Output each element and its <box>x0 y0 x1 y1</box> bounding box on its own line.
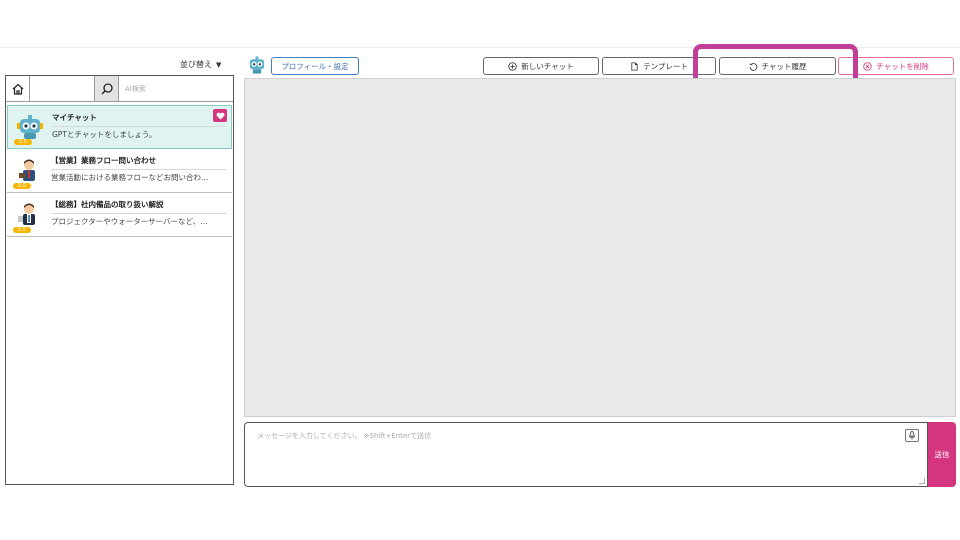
x-circle-icon <box>863 61 872 71</box>
message-input[interactable] <box>245 423 927 486</box>
new-chat-label: 新しいチャット <box>521 61 574 71</box>
bot-text: マイチャット GPTとチャットをしましょう。 <box>52 106 231 148</box>
resize-handle[interactable] <box>919 478 925 484</box>
home-button[interactable] <box>6 76 30 101</box>
document-icon <box>631 61 638 71</box>
mic-button[interactable] <box>905 429 919 442</box>
bot-item-sales-flow[interactable]: 0.0 【営業】業務フロー問い合わせ 営業活動における業務フローなどお問い合わ… <box>7 149 232 193</box>
sort-label: 並び替え <box>180 60 212 69</box>
send-label: 送信 <box>934 450 950 459</box>
robot-avatar-icon <box>249 56 265 74</box>
home-icon <box>12 83 23 95</box>
template-label: テンプレート <box>643 61 688 71</box>
chat-history-label: チャット履歴 <box>761 61 807 71</box>
search-button[interactable] <box>95 76 119 101</box>
bot-description: GPTとチャットをしましょう。 <box>52 130 157 139</box>
bot-text: 【総務】社内備品の取り扱い解説 プロジェクターやウォーターサーバーなど、… <box>51 193 232 236</box>
search-icon <box>101 82 113 94</box>
level-badge: 0.0 <box>14 139 32 145</box>
chat-messages-area <box>244 78 956 417</box>
robot-avatar: 0.0 <box>8 106 52 148</box>
bot-list-panel: 0.0 マイチャット GPTとチャットをしましょう。 0.0 【営業】業務フロー… <box>5 75 234 485</box>
general-affairs-avatar: 0.0 <box>7 193 51 236</box>
bot-name: 【総務】社内備品の取り扱い解説 <box>51 198 226 214</box>
bot-description: 営業活動における業務フローなどお問い合わ… <box>51 173 209 182</box>
template-button[interactable]: テンプレート <box>602 57 716 75</box>
send-button[interactable]: 送信 <box>928 422 956 487</box>
salesperson-icon <box>19 159 35 181</box>
history-icon <box>748 62 757 71</box>
bot-item-general-affairs[interactable]: 0.0 【総務】社内備品の取り扱い解説 プロジェクターやウォーターサーバーなど、… <box>7 193 232 237</box>
bot-text: 【営業】業務フロー問い合わせ 営業活動における業務フローなどお問い合わ… <box>51 149 232 192</box>
sales-avatar: 0.0 <box>7 149 51 192</box>
caret-down-icon: ▼ <box>216 60 222 69</box>
search-spacer <box>30 76 95 101</box>
delete-chat-button[interactable]: チャットを削除 <box>838 57 954 75</box>
new-chat-button[interactable]: 新しいチャット <box>483 57 599 75</box>
search-row <box>6 76 233 102</box>
sort-button[interactable]: 並び替え ▼ <box>180 59 221 70</box>
ai-search-input[interactable] <box>119 76 233 101</box>
office-worker-icon <box>18 203 35 225</box>
bot-name: 【営業】業務フロー問い合わせ <box>51 154 226 170</box>
delete-chat-label: チャットを削除 <box>876 61 929 71</box>
favorite-button[interactable] <box>213 109 227 122</box>
mic-icon <box>908 431 916 440</box>
bot-description: プロジェクターやウォーターサーバーなど、… <box>51 217 208 226</box>
profile-settings-label: プロフィール・設定 <box>281 61 349 71</box>
level-badge: 0.0 <box>13 227 31 233</box>
top-bar <box>0 0 960 48</box>
message-composer <box>244 422 928 487</box>
heart-icon <box>216 112 224 120</box>
level-badge: 0.0 <box>13 183 31 189</box>
bot-name: マイチャット <box>52 111 225 127</box>
chat-history-button[interactable]: チャット履歴 <box>719 57 836 75</box>
plus-circle-icon <box>508 61 517 71</box>
robot-icon <box>17 115 43 139</box>
bot-item-my-chat[interactable]: 0.0 マイチャット GPTとチャットをしましょう。 <box>7 105 232 149</box>
profile-settings-button[interactable]: プロフィール・設定 <box>271 57 359 75</box>
